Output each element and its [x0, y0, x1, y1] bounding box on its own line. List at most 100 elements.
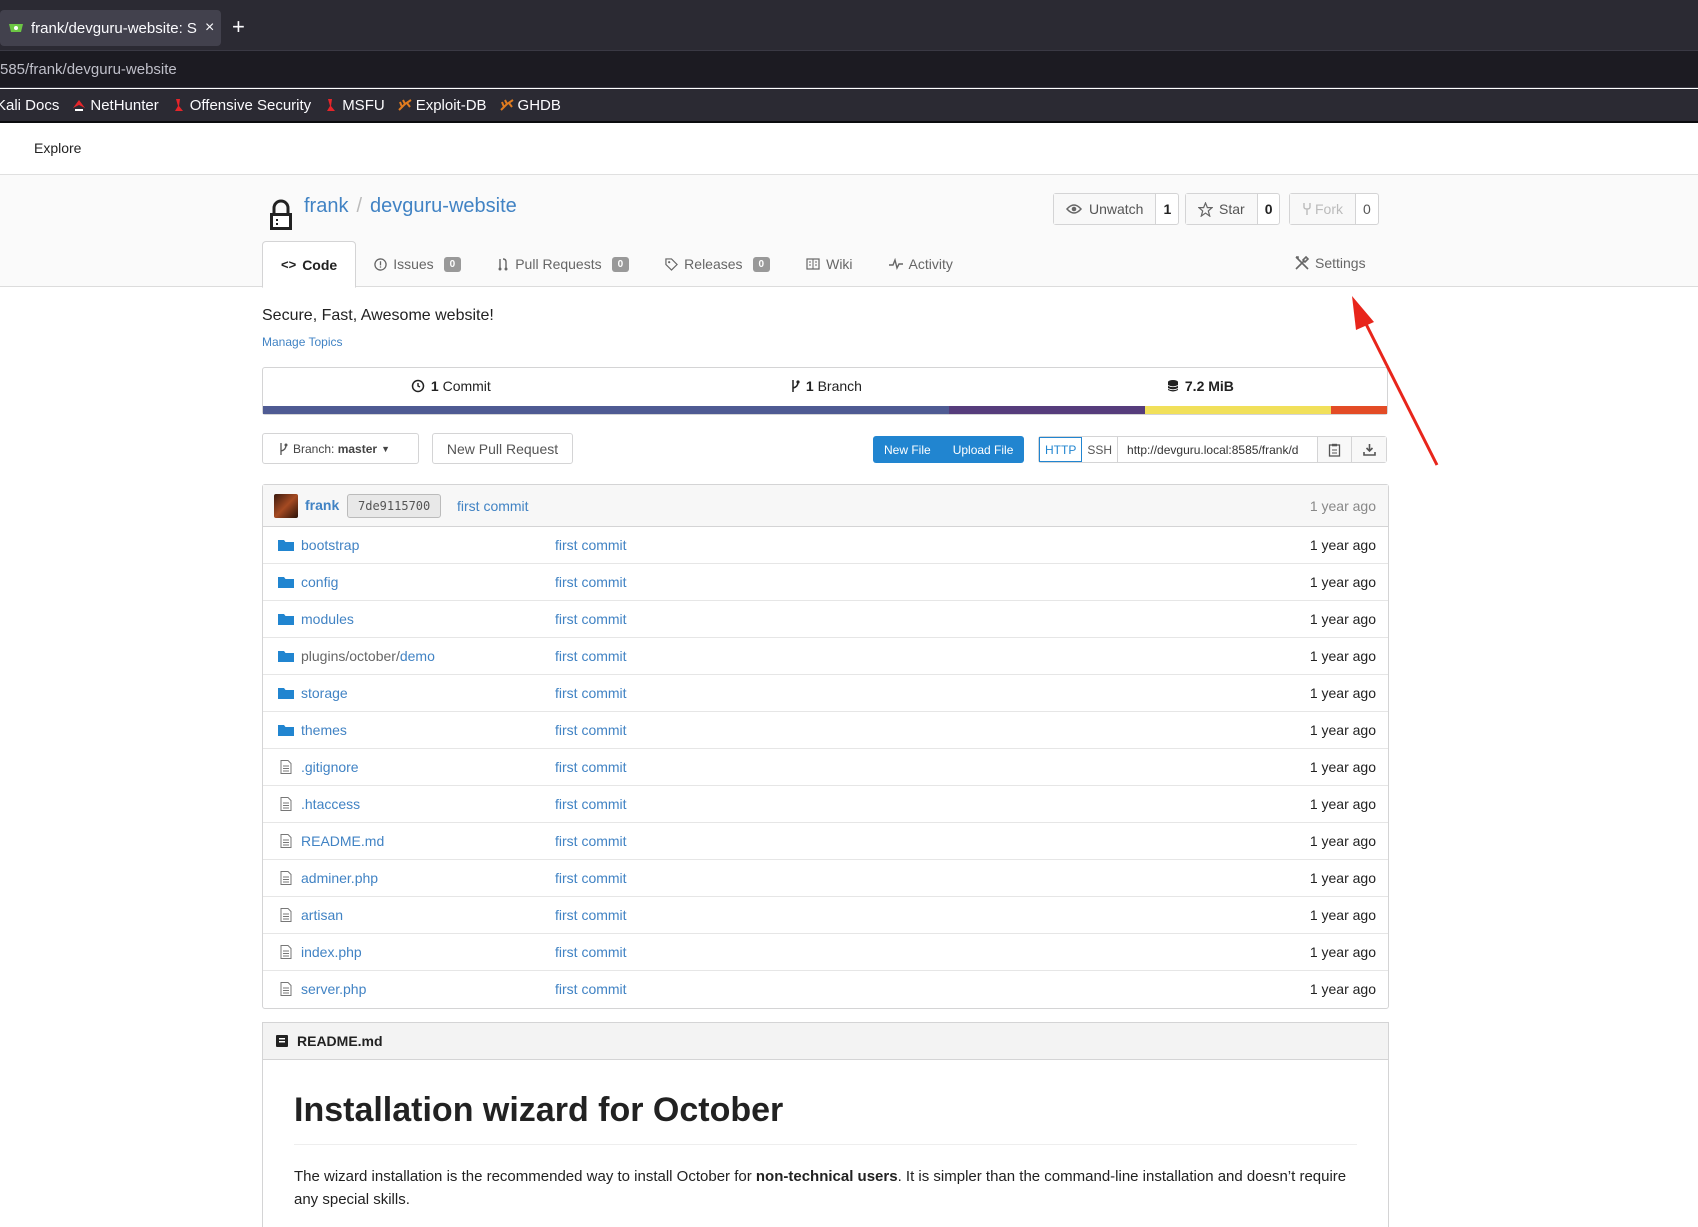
repo-title-separator: /: [356, 195, 363, 217]
watch-count[interactable]: 1: [1155, 194, 1178, 224]
upload-file-button[interactable]: Upload File: [942, 436, 1025, 463]
branches-stat[interactable]: 1 Branch: [790, 378, 862, 394]
browser-tab[interactable]: frank/devguru-website: S ×: [0, 10, 221, 46]
new-pull-request-button[interactable]: New Pull Request: [432, 433, 573, 464]
table-row: modules first commit 1 year ago: [263, 601, 1388, 638]
tab-code[interactable]: <> Code: [262, 241, 357, 288]
file-name-link[interactable]: .htaccess: [301, 796, 360, 812]
file-commit-link[interactable]: first commit: [555, 648, 627, 664]
file-icon: [280, 797, 292, 811]
file-time: 1 year ago: [1309, 907, 1376, 923]
file-name: themes: [301, 722, 347, 738]
tab-pull-requests[interactable]: Pull Requests 0: [479, 241, 647, 287]
file-name-link[interactable]: server.php: [301, 981, 366, 997]
file-commit-link[interactable]: first commit: [555, 759, 627, 775]
repo-stats-bar: 1 Commit 1 Branch 7.2 MiB: [262, 367, 1388, 415]
file-commit-link[interactable]: first commit: [555, 833, 627, 849]
bookmark-exploit-db[interactable]: Exploit-DB: [397, 97, 487, 114]
file-name-link[interactable]: config: [301, 574, 338, 590]
star-button[interactable]: Star: [1186, 194, 1257, 224]
address-bar-url[interactable]: 585/frank/devguru-website: [0, 61, 177, 78]
clone-url-box: HTTP SSH http://devguru.local:8585/frank…: [1038, 436, 1388, 463]
avatar[interactable]: [274, 494, 298, 518]
tab-releases[interactable]: Releases 0: [647, 241, 788, 287]
site-header: Explore: [0, 123, 1698, 175]
file-name-link[interactable]: modules: [301, 611, 354, 627]
new-tab-button[interactable]: +: [232, 14, 245, 40]
bookmark-offensive-security[interactable]: Offensive Security: [172, 97, 311, 114]
issue-icon: [374, 257, 387, 271]
file-time: 1 year ago: [1309, 796, 1376, 812]
bookmark-kali-docs[interactable]: Kali Docs: [0, 97, 59, 114]
unwatch-button[interactable]: Unwatch: [1054, 194, 1156, 224]
commit-author-link[interactable]: frank: [305, 497, 339, 513]
bookmark-msfu[interactable]: MSFU: [324, 97, 385, 114]
readme-bold-text: non-technical users: [755, 1168, 898, 1185]
file-name-link[interactable]: .gitignore: [301, 759, 359, 775]
file-name-link[interactable]: bootstrap: [301, 537, 359, 553]
file-commit-link[interactable]: first commit: [555, 907, 627, 923]
download-button[interactable]: [1352, 437, 1387, 462]
tab-wiki[interactable]: Wiki: [788, 241, 870, 287]
tab-close-icon[interactable]: ×: [205, 19, 214, 37]
fork-button[interactable]: Fork: [1290, 194, 1355, 224]
file-commit-link[interactable]: first commit: [555, 796, 627, 812]
ssh-clone-button[interactable]: SSH: [1082, 437, 1119, 462]
bookmark-nethunter[interactable]: NetHunter: [72, 97, 159, 114]
commit-sha-button[interactable]: 7de9115700: [347, 494, 442, 518]
commits-count: 1: [430, 378, 439, 394]
star-count[interactable]: 0: [1256, 194, 1280, 224]
file-commit-link[interactable]: first commit: [555, 870, 627, 886]
bookmarks-toolbar: Kali Docs NetHunter Offensive Security M…: [0, 89, 1698, 123]
file-commit-link[interactable]: first commit: [555, 944, 627, 960]
tab-issues[interactable]: Issues 0: [356, 241, 479, 287]
latest-commit-row: frank 7de9115700 first commit 1 year ago: [263, 485, 1388, 527]
commit-message-link[interactable]: first commit: [457, 498, 529, 514]
file-name-link[interactable]: artisan: [301, 907, 343, 923]
folder-icon: [278, 614, 294, 625]
tab-settings[interactable]: Settings: [1294, 255, 1366, 271]
download-icon: [1362, 444, 1376, 456]
file-icon: [280, 908, 292, 922]
copy-url-button[interactable]: [1318, 437, 1353, 462]
fork-count[interactable]: 0: [1355, 194, 1378, 224]
file-commit-link[interactable]: first commit: [555, 981, 627, 997]
tab-activity[interactable]: Activity: [871, 241, 971, 287]
http-clone-button[interactable]: HTTP: [1039, 437, 1083, 462]
file-name-link[interactable]: adminer.php: [301, 870, 378, 886]
nav-explore[interactable]: Explore: [34, 140, 81, 156]
address-bar[interactable]: 585/frank/devguru-website: [0, 50, 1698, 88]
table-row: adminer.php first commit 1 year ago: [263, 860, 1388, 897]
readme-heading: Installation wizard for October: [294, 1091, 1357, 1145]
gogs-favicon-icon: [9, 24, 23, 32]
file-commit-link[interactable]: first commit: [555, 611, 627, 627]
clone-url-input[interactable]: http://devguru.local:8585/frank/d: [1118, 437, 1319, 462]
lock-icon: [270, 199, 292, 230]
file-commit-link[interactable]: first commit: [555, 722, 627, 738]
manage-topics-link[interactable]: Manage Topics: [262, 335, 343, 349]
file-commit-link[interactable]: first commit: [555, 574, 627, 590]
file-icon: [280, 982, 292, 996]
bookmark-label: Offensive Security: [189, 96, 312, 114]
file-name-link[interactable]: storage: [301, 685, 348, 701]
file-commit-link[interactable]: first commit: [555, 537, 627, 553]
file-name-link[interactable]: plugins/october/demo: [301, 648, 435, 664]
repo-title: frank / devguru-website: [304, 195, 517, 218]
file-name-link[interactable]: index.php: [301, 944, 362, 960]
commits-stat[interactable]: 1 Commit: [411, 378, 491, 394]
repo-owner-link[interactable]: frank: [304, 195, 348, 217]
clipboard-icon: [1328, 443, 1341, 457]
file-name-link[interactable]: themes: [301, 722, 347, 738]
folder-icon: [278, 651, 294, 662]
database-icon: [1167, 380, 1179, 392]
file-commit-link[interactable]: first commit: [555, 685, 627, 701]
branch-dropdown[interactable]: Branch: master ▼: [262, 433, 419, 464]
new-file-button[interactable]: New File: [873, 436, 942, 463]
readme-text: The wizard installation is the recommend…: [294, 1168, 756, 1185]
language-bar-segment: [1145, 406, 1331, 414]
repo-name-link[interactable]: devguru-website: [370, 195, 517, 217]
fork-icon: [1303, 203, 1311, 215]
file-name-link[interactable]: README.md: [301, 833, 384, 849]
bookmark-ghdb[interactable]: GHDB: [499, 97, 561, 114]
table-row: bootstrap first commit 1 year ago: [263, 527, 1388, 564]
